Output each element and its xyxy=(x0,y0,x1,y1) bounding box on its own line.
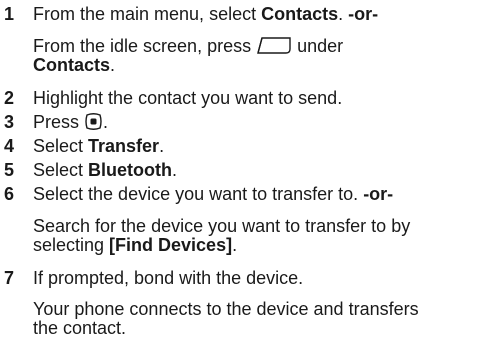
menu-item-transfer: Transfer xyxy=(88,136,160,156)
step-number: 5 xyxy=(4,160,15,180)
menu-item-find-devices: [Find Devices] xyxy=(109,235,233,255)
step-number: 3 xyxy=(4,112,15,132)
instructions-list: 1 From the main menu, select Contacts. -… xyxy=(0,0,482,356)
or-label: -or- xyxy=(348,4,379,24)
step-1-alternative: From the idle screen, press under Contac… xyxy=(33,36,344,75)
center-select-key-icon xyxy=(84,112,103,131)
step-6-alternative: Search for the device you want to transf… xyxy=(33,216,411,255)
step-number: 7 xyxy=(4,268,15,288)
softkey-icon xyxy=(256,36,292,55)
softkey-label-contacts: Contacts xyxy=(33,55,111,75)
step-text: Select the device you want to transfer t… xyxy=(33,184,394,204)
step-number: 1 xyxy=(4,4,15,24)
menu-item-bluetooth: Bluetooth xyxy=(88,160,173,180)
menu-item-contacts: Contacts xyxy=(261,4,339,24)
step-text: If prompted, bond with the device. xyxy=(33,268,304,288)
step-number: 6 xyxy=(4,184,15,204)
step-number: 2 xyxy=(4,88,15,108)
step-text: Select Transfer. xyxy=(33,136,165,156)
step-text: Highlight the contact you want to send. xyxy=(33,88,343,108)
step-7-result: Your phone connects to the device and tr… xyxy=(33,299,419,338)
step-text: Press . xyxy=(33,112,109,132)
step-text: Select Bluetooth. xyxy=(33,160,178,180)
step-text: From the main menu, select Contacts. -or… xyxy=(33,4,379,24)
or-label: -or- xyxy=(363,184,394,204)
step-number: 4 xyxy=(4,136,15,156)
